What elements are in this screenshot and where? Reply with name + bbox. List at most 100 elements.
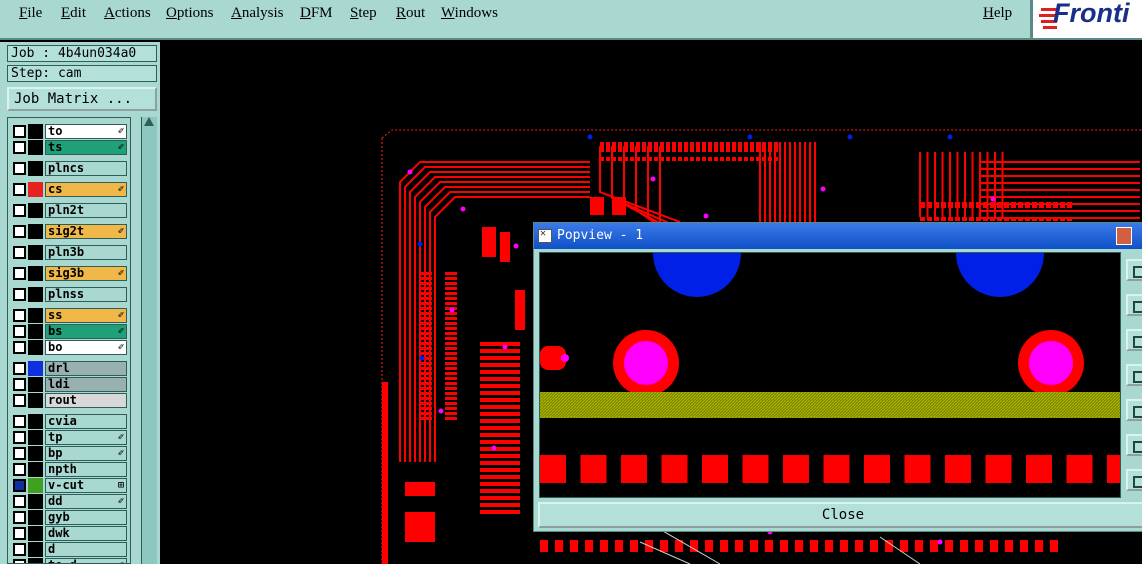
layer-color-swatch[interactable] xyxy=(28,140,43,155)
layer-row-ss[interactable]: ss ✐ xyxy=(10,308,130,323)
layer-name[interactable]: ldi xyxy=(45,377,127,392)
layer-color-swatch[interactable] xyxy=(28,393,43,408)
layer-checkbox[interactable] xyxy=(13,267,26,280)
layer-color-swatch[interactable] xyxy=(28,161,43,176)
layer-color-swatch[interactable] xyxy=(28,245,43,260)
layer-checkbox[interactable] xyxy=(13,479,26,492)
pan-left-button[interactable] xyxy=(1126,329,1142,351)
layer-row-dd[interactable]: dd ✐ xyxy=(10,494,130,509)
layer-checkbox[interactable] xyxy=(13,125,26,138)
menu-analysis[interactable]: Analysis xyxy=(231,5,284,22)
layer-row-bo[interactable]: bo ✐ xyxy=(10,340,130,355)
layer-name[interactable]: tp ✐ xyxy=(45,430,127,445)
layer-name[interactable]: ts ✐ xyxy=(45,140,127,155)
layer-name[interactable]: cvia xyxy=(45,414,127,429)
layer-name[interactable]: rout xyxy=(45,393,127,408)
layer-checkbox[interactable] xyxy=(13,183,26,196)
layer-checkbox[interactable] xyxy=(13,511,26,524)
layer-checkbox[interactable] xyxy=(13,246,26,259)
layer-color-swatch[interactable] xyxy=(28,287,43,302)
layer-checkbox[interactable] xyxy=(13,204,26,217)
scroll-up-arrow-icon[interactable] xyxy=(144,117,154,126)
layer-row-d[interactable]: d xyxy=(10,542,130,557)
layer-row-ts[interactable]: ts ✐ xyxy=(10,140,130,155)
layer-name[interactable]: drl xyxy=(45,361,127,376)
layer-color-swatch[interactable] xyxy=(28,558,43,563)
menu-step[interactable]: Step xyxy=(350,5,377,22)
layer-name[interactable]: ss ✐ xyxy=(45,308,127,323)
layer-row-sig2t[interactable]: sig2t ✐ xyxy=(10,224,130,239)
layer-name[interactable]: to-d✐ xyxy=(45,558,127,563)
layer-checkbox[interactable] xyxy=(13,559,26,563)
layer-color-swatch[interactable] xyxy=(28,182,43,197)
menu-rout[interactable]: Rout xyxy=(396,5,425,22)
menu-help[interactable]: Help xyxy=(983,5,1012,22)
popview-zoom-view[interactable] xyxy=(539,252,1121,498)
pan-right-button[interactable] xyxy=(1126,364,1142,386)
layer-color-swatch[interactable] xyxy=(28,462,43,477)
zoom-out-button[interactable] xyxy=(1126,294,1142,316)
layer-name[interactable]: to ✐ xyxy=(45,124,127,139)
popview-window[interactable]: Popview - 1 xyxy=(533,222,1142,532)
layer-name[interactable]: pln3b xyxy=(45,245,127,260)
home-button[interactable] xyxy=(1126,434,1142,456)
layer-row-rout[interactable]: rout xyxy=(10,393,130,408)
menu-windows[interactable]: Windows xyxy=(441,5,498,22)
layer-name[interactable]: npth xyxy=(45,462,127,477)
layer-color-swatch[interactable] xyxy=(28,430,43,445)
fit-button[interactable] xyxy=(1126,399,1142,421)
layer-color-swatch[interactable] xyxy=(28,446,43,461)
layer-name[interactable]: d xyxy=(45,542,127,557)
layer-color-swatch[interactable] xyxy=(28,324,43,339)
layer-row-sig3b[interactable]: sig3b ✐ xyxy=(10,266,130,281)
layer-name[interactable]: plnss xyxy=(45,287,127,302)
layer-row-tp[interactable]: tp ✐ xyxy=(10,430,130,445)
layer-color-swatch[interactable] xyxy=(28,340,43,355)
layer-name[interactable]: sig3b ✐ xyxy=(45,266,127,281)
layer-row-cvia[interactable]: cvia xyxy=(10,414,130,429)
layer-color-swatch[interactable] xyxy=(28,203,43,218)
layer-color-swatch[interactable] xyxy=(28,542,43,557)
layer-name[interactable]: cs ✐ xyxy=(45,182,127,197)
layer-color-swatch[interactable] xyxy=(28,526,43,541)
layer-name[interactable]: bo ✐ xyxy=(45,340,127,355)
layer-name[interactable]: v-cut ⊞ xyxy=(45,478,127,493)
layer-color-swatch[interactable] xyxy=(28,224,43,239)
layer-name[interactable]: dd ✐ xyxy=(45,494,127,509)
layer-checkbox[interactable] xyxy=(13,162,26,175)
layer-checkbox[interactable] xyxy=(13,394,26,407)
layer-row-to[interactable]: to ✐ xyxy=(10,124,130,139)
layer-row-v-cut[interactable]: v-cut ⊞ xyxy=(10,478,130,493)
layer-checkbox[interactable] xyxy=(13,341,26,354)
layer-color-swatch[interactable] xyxy=(28,510,43,525)
redraw-button[interactable] xyxy=(1126,469,1142,491)
layer-row-to-d[interactable]: to-d✐ xyxy=(10,558,130,563)
layer-checkbox[interactable] xyxy=(13,362,26,375)
layer-row-cs[interactable]: cs ✐ xyxy=(10,182,130,197)
layer-checkbox[interactable] xyxy=(13,431,26,444)
layer-color-swatch[interactable] xyxy=(28,377,43,392)
layer-row-pln2t[interactable]: pln2t xyxy=(10,203,130,218)
layer-checkbox[interactable] xyxy=(13,447,26,460)
layer-row-pln3b[interactable]: pln3b xyxy=(10,245,130,260)
layer-checkbox[interactable] xyxy=(13,325,26,338)
layer-checkbox[interactable] xyxy=(13,378,26,391)
layer-name[interactable]: pln2t xyxy=(45,203,127,218)
layer-color-swatch[interactable] xyxy=(28,494,43,509)
layer-name[interactable]: sig2t ✐ xyxy=(45,224,127,239)
zoom-in-button[interactable] xyxy=(1126,259,1142,281)
layer-checkbox[interactable] xyxy=(13,288,26,301)
layer-row-gyb[interactable]: gyb xyxy=(10,510,130,525)
layer-checkbox[interactable] xyxy=(13,141,26,154)
layer-color-swatch[interactable] xyxy=(28,308,43,323)
layer-row-bs[interactable]: bs ✐ xyxy=(10,324,130,339)
layer-checkbox[interactable] xyxy=(13,495,26,508)
layer-row-ldi[interactable]: ldi xyxy=(10,377,130,392)
layer-row-drl[interactable]: drl xyxy=(10,361,130,376)
layer-row-plnss[interactable]: plnss xyxy=(10,287,130,302)
layer-name[interactable]: plncs xyxy=(45,161,127,176)
menu-dfm[interactable]: DFM xyxy=(300,5,333,22)
layer-checkbox[interactable] xyxy=(13,543,26,556)
layer-checkbox[interactable] xyxy=(13,225,26,238)
layer-row-npth[interactable]: npth xyxy=(10,462,130,477)
